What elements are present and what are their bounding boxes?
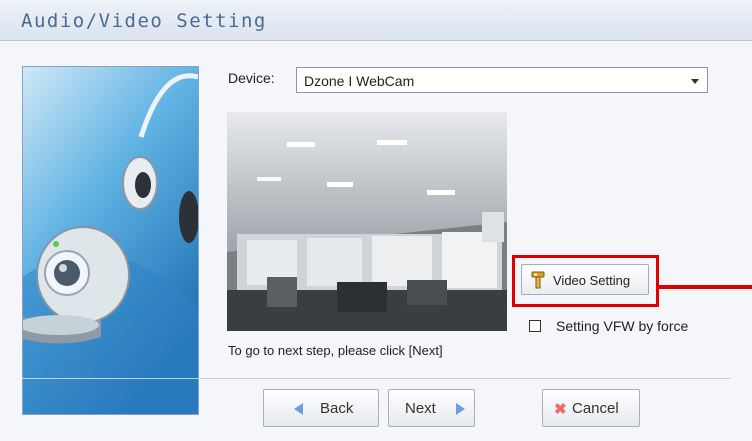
back-button[interactable]: Back	[263, 389, 379, 427]
setup-window: Audio/Video Setting Device: Dzone I WebC…	[0, 0, 752, 441]
title-bar: Audio/Video Setting	[0, 0, 752, 41]
video-setting-button[interactable]: Video Setting	[521, 264, 649, 295]
vfw-checkbox-label: Setting VFW by force	[556, 318, 689, 334]
close-icon: ✖	[554, 401, 567, 418]
vfw-checkbox[interactable]	[529, 320, 541, 332]
next-step-hint: To go to next step, please click [Next]	[228, 343, 443, 358]
callout-line	[659, 285, 752, 289]
cancel-button-label: Cancel	[572, 400, 619, 417]
cancel-button[interactable]: ✖ Cancel	[542, 389, 640, 427]
device-label: Device:	[228, 70, 275, 86]
video-setting-label: Video Setting	[553, 273, 631, 288]
device-select[interactable]: Dzone I WebCam	[296, 67, 708, 93]
next-button-label: Next	[405, 400, 436, 417]
arrow-left-icon	[294, 403, 303, 415]
back-button-label: Back	[320, 400, 354, 417]
side-illustration	[22, 66, 199, 415]
footer-divider	[22, 378, 731, 379]
camera-preview	[227, 112, 507, 331]
arrow-right-icon	[456, 403, 465, 415]
tools-icon	[530, 271, 546, 289]
window-title: Audio/Video Setting	[21, 10, 267, 32]
chevron-down-icon[interactable]	[691, 79, 699, 84]
device-select-value: Dzone I WebCam	[304, 73, 415, 89]
next-button[interactable]: Next	[388, 389, 475, 427]
